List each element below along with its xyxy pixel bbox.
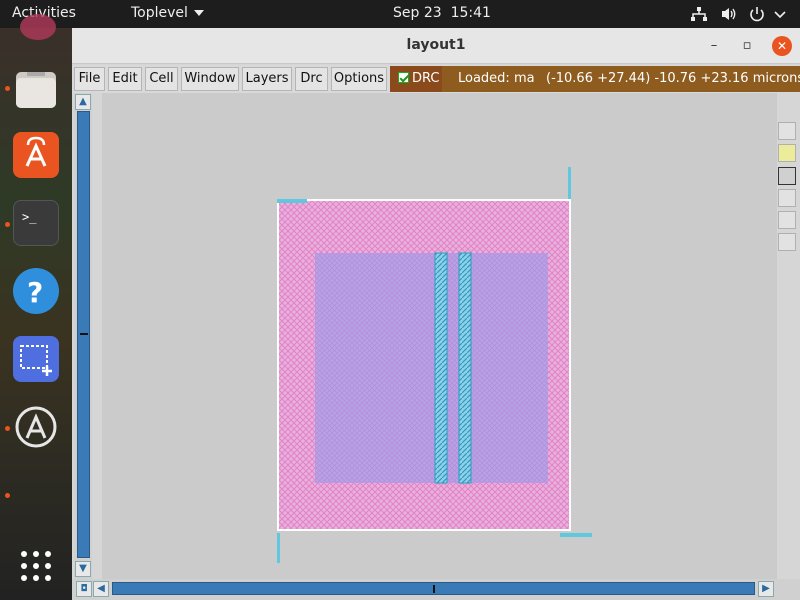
chevron-down-icon[interactable] bbox=[773, 6, 787, 22]
running-indicator bbox=[5, 426, 10, 431]
app-menu-label: Toplevel bbox=[131, 5, 188, 21]
app-center-icon[interactable] bbox=[13, 132, 59, 178]
running-indicator bbox=[5, 86, 10, 91]
tool-button-5[interactable] bbox=[778, 211, 796, 229]
horizontal-scroll-thumb[interactable] bbox=[433, 585, 435, 593]
tool-button-1[interactable] bbox=[778, 122, 796, 140]
scroll-right-button[interactable]: ▶ bbox=[758, 581, 774, 597]
well-layer bbox=[315, 253, 548, 483]
running-indicator bbox=[5, 493, 10, 498]
status-bar: Loaded: ma (-10.66 +27.44) -10.76 +23.16… bbox=[442, 66, 800, 92]
layout-canvas[interactable] bbox=[102, 93, 778, 579]
menu-edit[interactable]: Edit bbox=[108, 67, 142, 91]
menu-cell[interactable]: Cell bbox=[145, 67, 178, 91]
vertical-scroll-track[interactable] bbox=[77, 111, 90, 558]
status-loaded: Loaded: ma bbox=[458, 71, 535, 86]
layout-window: layout1 – ▫ ✕ File Edit Cell Window Laye… bbox=[72, 28, 800, 600]
clock-time: 15:41 bbox=[450, 5, 491, 21]
maximize-button[interactable]: ▫ bbox=[737, 36, 757, 56]
top-bar: Activities Toplevel Sep 23 15:41 bbox=[0, 0, 800, 28]
menu-window[interactable]: Window bbox=[181, 67, 239, 91]
power-icon[interactable] bbox=[748, 6, 766, 22]
checkbox-checked-icon bbox=[398, 72, 409, 83]
running-indicator bbox=[5, 222, 10, 227]
updater-icon[interactable] bbox=[13, 404, 59, 450]
svg-text:>_: >_ bbox=[22, 210, 37, 224]
grid-icon[interactable] bbox=[20, 550, 52, 582]
cursor-coordinates: (-10.66 +27.44) -10.76 +23.16 microns bbox=[546, 71, 800, 86]
layout-drawing[interactable] bbox=[102, 93, 778, 579]
menu-options[interactable]: Options bbox=[331, 67, 387, 91]
network-icon[interactable] bbox=[690, 6, 708, 22]
menu-layers[interactable]: Layers bbox=[242, 67, 292, 91]
tool-palette bbox=[777, 93, 800, 579]
dock: >_ ? bbox=[0, 14, 72, 600]
screenshot-icon[interactable] bbox=[13, 336, 59, 382]
vertical-scroll-thumb[interactable] bbox=[80, 333, 88, 335]
scroll-up-button[interactable]: ▲ bbox=[75, 94, 91, 110]
drc-toggle-label: DRC bbox=[412, 71, 440, 86]
app-menu[interactable]: Toplevel bbox=[131, 5, 204, 21]
tool-button-2[interactable] bbox=[778, 144, 796, 162]
menu-file[interactable]: File bbox=[74, 67, 105, 91]
minimize-button[interactable]: – bbox=[704, 36, 724, 56]
window-title: layout1 bbox=[406, 37, 466, 53]
clock-date: Sep 23 bbox=[393, 5, 442, 21]
clock[interactable]: Sep 23 15:41 bbox=[393, 5, 491, 21]
svg-text:?: ? bbox=[27, 276, 43, 309]
close-button[interactable]: ✕ bbox=[772, 36, 792, 56]
dock-app-partial-icon[interactable] bbox=[20, 14, 56, 40]
drc-toggle[interactable]: DRC bbox=[390, 66, 442, 92]
menu-bar: File Edit Cell Window Layers Drc Options… bbox=[72, 65, 800, 93]
scroll-down-button[interactable]: ▼ bbox=[75, 561, 91, 577]
terminal-icon[interactable]: >_ bbox=[13, 200, 59, 246]
zoom-box-button[interactable]: ◘ bbox=[76, 581, 92, 597]
volume-icon[interactable] bbox=[720, 6, 738, 22]
scroll-left-button[interactable]: ◀ bbox=[93, 581, 109, 597]
title-bar[interactable]: layout1 – ▫ ✕ bbox=[72, 28, 800, 64]
menu-drc[interactable]: Drc bbox=[295, 67, 328, 91]
vertical-scrollbar[interactable]: ▲ ▼ bbox=[74, 93, 92, 579]
files-icon[interactable] bbox=[13, 66, 59, 112]
help-icon[interactable]: ? bbox=[13, 268, 59, 314]
tool-button-4[interactable] bbox=[778, 189, 796, 207]
chevron-down-icon bbox=[193, 10, 204, 16]
horizontal-scroll-track[interactable] bbox=[112, 582, 755, 595]
horizontal-scrollbar[interactable]: ◘ ◀ ▶ bbox=[72, 579, 800, 600]
tool-button-3[interactable] bbox=[778, 167, 796, 185]
tool-button-6[interactable] bbox=[778, 233, 796, 251]
